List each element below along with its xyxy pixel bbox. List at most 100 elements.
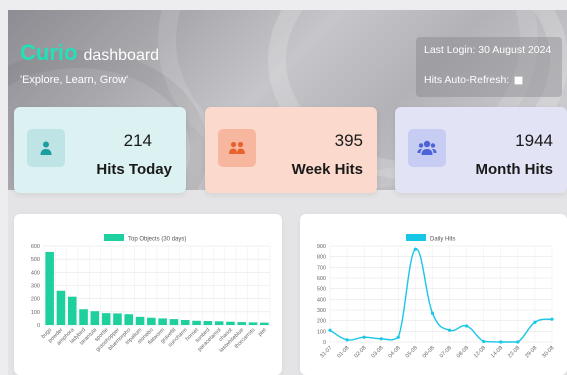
y-tick-label: 700 [317, 265, 326, 271]
auto-refresh-label: Hits Auto-Refresh: [424, 74, 510, 86]
x-tick-label: 05-08 [405, 345, 419, 359]
data-point [328, 328, 332, 332]
bar [45, 251, 54, 325]
data-point [499, 340, 503, 344]
top-objects-chart: Top Objects (30 days) 0 100 200 300 400 500 600… [31, 234, 271, 354]
bar [214, 321, 224, 325]
y-tick-label: 0 [323, 340, 326, 346]
y-tick-label: 0 [37, 323, 40, 329]
legend-label: Top Objects (30 days) [128, 237, 186, 243]
bar [101, 313, 111, 325]
auto-refresh-checkbox[interactable] [514, 75, 524, 85]
bar [56, 290, 66, 325]
x-tick-label: 31-07 [319, 345, 333, 359]
data-point [447, 328, 452, 332]
bar [67, 296, 77, 325]
x-tick-label: 02-08 [353, 345, 367, 359]
bar [147, 317, 156, 325]
y-tick-label: 300 [31, 284, 40, 290]
stat-label: Month Hits [475, 161, 553, 178]
tagline: 'Explore, Learn, Grow' [20, 74, 129, 86]
x-tick-label: 01-08 [336, 345, 350, 359]
stat-card-hits-today: 214 Hits Today [14, 107, 186, 193]
data-point [413, 247, 417, 251]
data-point [516, 340, 520, 344]
y-tick-label: 500 [317, 287, 326, 293]
y-tick-label: 200 [317, 319, 326, 325]
y-tick-label: 200 [31, 297, 40, 303]
bar [79, 309, 88, 325]
x-tick-label: 07-08 [439, 345, 453, 359]
bar [248, 322, 258, 325]
bar [226, 321, 235, 325]
bar [180, 319, 190, 325]
stat-card-week-hits: 395 Week Hits [205, 107, 377, 193]
data-point [465, 324, 469, 328]
y-tick-label: 800 [317, 255, 326, 261]
window-edge-left [0, 0, 8, 375]
y-tick-label: 100 [31, 310, 40, 316]
brand: Curio dashboard [20, 40, 159, 66]
x-tick-label: 03-08 [370, 345, 384, 359]
top-objects-chart-panel: Top Objects (30 days) 0 100 200 300 400 500 600… [14, 214, 282, 375]
y-tick-label: 400 [317, 297, 326, 303]
stat-icon-box [408, 129, 446, 167]
y-tick-label: 600 [31, 244, 40, 250]
bar [192, 320, 201, 325]
bar [237, 322, 247, 325]
app-title: dashboard [83, 47, 160, 64]
x-tick-label: 29-08 [524, 345, 538, 359]
app-logo: Curio [20, 40, 78, 65]
last-login-text: Last Login: 30 August 2024 [424, 44, 552, 56]
stat-card-month-hits: 1944 Month Hits [395, 107, 567, 193]
bar [203, 321, 213, 325]
legend-swatch [104, 234, 124, 241]
x-tick-label: 08-08 [456, 345, 470, 359]
window-edge-top [0, 0, 567, 10]
y-tick-label: 600 [317, 276, 326, 282]
y-tick-label: 900 [317, 244, 326, 250]
data-point [362, 335, 366, 339]
x-tick-label: 12-08 [473, 345, 487, 359]
bar [169, 319, 179, 325]
bar [90, 311, 100, 325]
data-point [550, 317, 554, 321]
legend-swatch [406, 234, 426, 241]
series-line [329, 248, 553, 343]
person-icon [40, 141, 52, 155]
data-point [533, 320, 537, 324]
data-point [396, 335, 400, 339]
bar [260, 322, 269, 325]
stat-label: Week Hits [291, 161, 363, 178]
stat-value: 214 [123, 131, 152, 150]
y-tick-label: 500 [31, 257, 40, 263]
stat-icon-box [218, 129, 256, 167]
y-tick-label: 400 [31, 270, 40, 276]
x-tick-label: 22-08 [507, 345, 521, 359]
x-tick-label: 30-08 [541, 345, 555, 359]
y-tick-label: 100 [317, 329, 326, 335]
daily-hits-chart-panel: Daily Hits 0 100 200 300 400 500 600 700 800 900 31… [300, 214, 567, 375]
users-group-icon [417, 140, 437, 155]
bar [113, 313, 122, 325]
x-tick-label: 04-08 [388, 345, 402, 359]
people-icon [229, 141, 245, 154]
data-point [379, 337, 383, 341]
stat-icon-box [27, 129, 65, 167]
auto-refresh-control: Hits Auto-Refresh: [424, 74, 524, 86]
bar [158, 318, 167, 325]
stat-value: 1944 [515, 131, 553, 150]
data-point [430, 311, 435, 315]
bar [135, 316, 145, 325]
legend-label: Daily Hits [430, 237, 455, 243]
x-tick-label: 14-08 [490, 345, 504, 359]
session-info-panel: Last Login: 30 August 2024 Hits Auto-Ref… [416, 37, 562, 97]
daily-hits-chart: Daily Hits 0 100 200 300 400 500 600 700 800 900 31… [317, 234, 555, 359]
stat-label: Hits Today [96, 161, 172, 178]
y-tick-label: 300 [317, 308, 326, 314]
x-tick-label: 06-08 [422, 345, 436, 359]
data-point [482, 339, 486, 344]
bar [124, 314, 134, 325]
x-tick-label: piet [257, 327, 268, 338]
data-point [345, 338, 349, 342]
